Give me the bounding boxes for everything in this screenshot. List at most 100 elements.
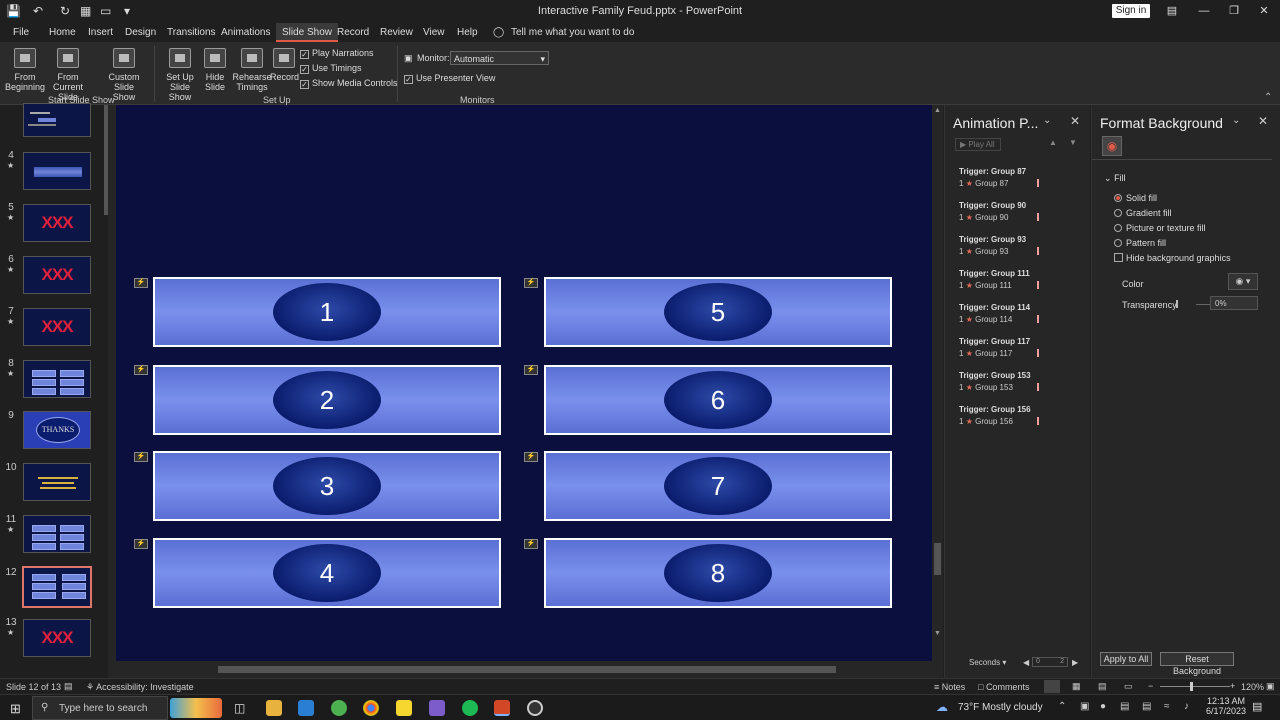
slide-canvas[interactable]: ⚡ 1 ⚡ 2 ⚡ 3 ⚡ 4 ⚡ 5 ⚡ 6 ⚡ 7 ⚡ 8 [116,105,932,661]
trigger-lightning-icon[interactable]: ⚡ [524,365,538,375]
zoom-slider-thumb[interactable] [1190,682,1193,691]
fit-slide-icon[interactable]: ▣ [1266,681,1275,692]
custom-slide-show-button[interactable]: Custom Slide Show [98,48,150,102]
scroll-up-icon[interactable]: ▲ [934,107,941,114]
collapse-ribbon-icon[interactable]: ⌃ [1264,92,1272,103]
slide-thumbnail[interactable]: THANKS [23,411,91,449]
app-icon[interactable] [298,700,314,716]
tray-icon[interactable]: ▣ [1080,701,1089,712]
microphone-icon[interactable]: ● [1100,701,1106,712]
tab-animations[interactable]: Animations [221,27,270,38]
minimize-button[interactable]: — [1194,3,1214,19]
weather-icon[interactable]: ☁ [936,700,948,714]
animation-item[interactable]: 1 ★ Group 90 [959,213,1008,222]
notes-button[interactable]: ≡ Notes [934,682,965,692]
color-picker-button[interactable]: ◉ ▾ [1228,273,1258,290]
taskbar-search-box[interactable]: ⚲ Type here to search [32,696,168,720]
use-timings-checkbox[interactable]: ✓ Use Timings [300,63,362,74]
apply-to-all-button[interactable]: Apply to All [1100,652,1152,666]
timeline-right-icon[interactable]: ▶ [1072,658,1078,667]
answer-tile[interactable]: 7 [544,451,892,521]
slide-thumbnail[interactable] [23,463,91,501]
tab-slide-show[interactable]: Slide Show [276,23,339,42]
answer-tile[interactable]: 5 [544,277,892,347]
move-down-icon[interactable]: ▼ [1069,138,1077,147]
zoom-level[interactable]: 120% [1241,682,1264,692]
reading-view-icon[interactable]: ▤ [1098,681,1107,692]
answer-tile[interactable]: 4 [153,538,501,608]
answer-tile[interactable]: 1 [153,277,501,347]
transparency-slider[interactable] [1176,300,1178,308]
animation-item[interactable]: 1 ★ Group 153 [959,383,1013,392]
slide-thumbnail[interactable] [23,152,91,190]
tab-insert[interactable]: Insert [88,27,113,38]
from-current-slide-button[interactable]: From Current Slide [44,48,92,102]
trigger-lightning-icon[interactable]: ⚡ [524,278,538,288]
fill-bucket-icon[interactable]: ◉ [1102,136,1122,156]
spelling-icon[interactable]: ▤ [64,681,73,692]
powerpoint-icon[interactable] [494,700,510,716]
trigger-lightning-icon[interactable]: ⚡ [134,452,148,462]
animation-item[interactable]: 1 ★ Group 156 [959,417,1013,426]
answer-tile[interactable]: 3 [153,451,501,521]
normal-view-icon[interactable] [1044,680,1060,693]
scroll-thumb[interactable] [218,666,836,673]
slide-sorter-icon[interactable]: ▦ [1072,681,1081,692]
notifications-icon[interactable]: ▤ [1252,700,1262,713]
ribbon-display-icon[interactable]: ▤ [1162,3,1182,19]
chrome-icon[interactable] [363,700,379,716]
tab-review[interactable]: Review [380,27,413,38]
slide-thumbnail[interactable] [23,515,91,553]
answer-tile[interactable]: 6 [544,365,892,435]
monitor-select[interactable]: Automatic ▾ [450,51,549,65]
scroll-down-icon[interactable]: ▼ [934,630,941,637]
play-narrations-checkbox[interactable]: ✓ Play Narrations [300,48,374,59]
transparency-input[interactable]: 0% [1210,296,1258,310]
close-icon[interactable]: ✕ [1070,114,1080,128]
volume-icon[interactable]: ♪ [1184,701,1189,712]
trigger-lightning-icon[interactable]: ⚡ [524,452,538,462]
use-presenter-view-checkbox[interactable]: ✓ Use Presenter View [404,73,495,84]
slideshow-view-icon[interactable]: ▭ [1124,681,1133,692]
trigger-lightning-icon[interactable]: ⚡ [134,278,148,288]
slide-thumbnail[interactable] [23,103,91,137]
scroll-thumb[interactable] [934,543,941,575]
pattern-fill-radio[interactable]: Pattern fill [1114,238,1166,248]
set-up-slide-show-button[interactable]: Set Up Slide Show [158,48,202,102]
rehearse-timings-button[interactable]: Rehearse Timings [232,48,272,92]
slide-thumbnail[interactable]: XXX [23,256,91,294]
tab-record[interactable]: Record [337,27,369,38]
tab-file[interactable]: File [13,27,29,38]
task-view-icon[interactable]: ◫ [234,701,245,715]
answer-tile[interactable]: 2 [153,365,501,435]
trigger-lightning-icon[interactable]: ⚡ [524,539,538,549]
spotify-icon[interactable] [462,700,478,716]
search-highlight-image[interactable] [170,698,222,718]
app-icon[interactable] [429,700,445,716]
animation-item[interactable]: 1 ★ Group 87 [959,179,1008,188]
windows-start-icon[interactable]: ⊞ [10,701,21,717]
hide-background-graphics-checkbox[interactable]: Hide background graphics [1114,253,1231,263]
sign-in-button[interactable]: Sign in [1112,4,1150,18]
close-button[interactable]: ✕ [1254,3,1274,19]
chevron-down-icon[interactable]: ⌄ [1043,115,1051,126]
app-icon[interactable] [527,700,543,716]
timeline-left-icon[interactable]: ◀ [1023,658,1029,667]
slide-thumbnail-selected[interactable] [22,566,92,608]
zoom-slider-track[interactable] [1160,686,1230,687]
restore-button[interactable]: ❐ [1224,3,1244,19]
seconds-dropdown[interactable]: Seconds ▾ [969,658,1006,667]
weather-text[interactable]: 73°F Mostly cloudy [958,702,1043,713]
accessibility-status[interactable]: ⚘ Accessibility: Investigate [86,682,194,693]
network-icon[interactable]: ▤ [1142,701,1151,712]
editor-vertical-scrollbar[interactable]: ▲ ▼ [932,105,943,665]
close-icon[interactable]: ✕ [1258,114,1268,128]
tab-help[interactable]: Help [457,27,478,38]
sticky-notes-icon[interactable] [396,700,412,716]
tell-me-search[interactable]: Tell me what you want to do [511,27,634,38]
tab-transitions[interactable]: Transitions [167,27,216,38]
show-media-controls-checkbox[interactable]: ✓ Show Media Controls [300,78,398,89]
trigger-lightning-icon[interactable]: ⚡ [134,539,148,549]
solid-fill-radio[interactable]: Solid fill [1114,193,1157,203]
animation-item[interactable]: 1 ★ Group 93 [959,247,1008,256]
